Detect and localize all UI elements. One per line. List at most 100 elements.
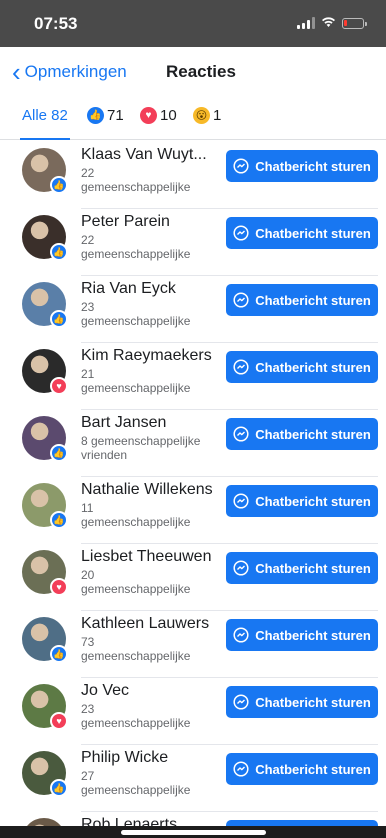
send-message-button[interactable]: Chatbericht sturen	[226, 552, 378, 584]
messenger-icon	[233, 560, 249, 576]
tab-love-count: 10	[160, 107, 177, 124]
person-name[interactable]: Kim Raeymaekers	[81, 347, 221, 365]
person-name[interactable]: Ria Van Eyck	[81, 280, 221, 298]
person-name[interactable]: Nathalie Willekens	[81, 481, 221, 499]
wow-icon: 😮	[193, 107, 210, 124]
mutual-friends-line2: gemeenschappelijke	[81, 314, 191, 328]
send-message-button[interactable]: Chatbericht sturen	[226, 485, 378, 517]
like-icon: 👍	[50, 645, 68, 663]
send-message-button[interactable]: Chatbericht sturen	[226, 619, 378, 651]
person-name[interactable]: Liesbet Theeuwen	[81, 548, 221, 566]
nav-header: ‹ Opmerkingen Reacties	[0, 47, 386, 99]
back-label: Opmerkingen	[24, 62, 127, 81]
mutual-friends-line1: 22	[81, 166, 95, 180]
list-item[interactable]: 👍Rob LenaertsChatbericht sturen	[0, 812, 386, 826]
person-name[interactable]: Klaas Van Wuyt...	[81, 146, 221, 164]
heart-icon: ♥	[50, 578, 68, 596]
send-message-label: Chatbericht sturen	[255, 158, 371, 174]
person-name[interactable]: Philip Wicke	[81, 749, 221, 767]
list-item[interactable]: 👍 Klaas Van Wuyt... 22 gemeenschappelijke Ch…	[0, 142, 386, 209]
home-indicator[interactable]	[121, 830, 266, 835]
like-icon: 👍	[50, 444, 68, 462]
mutual-friends: 73 gemeenschappelijke	[81, 635, 221, 663]
send-message-button[interactable]: Chatbericht sturen	[226, 753, 378, 785]
reaction-tabs: Alle 82 👍 71 ♥ 10 😮 1	[0, 99, 386, 140]
send-message-button[interactable]: Chatbericht sturen	[226, 150, 378, 182]
mutual-friends-line1: 8 gemeenschappelijke	[81, 434, 201, 448]
status-icons	[297, 16, 367, 30]
mutual-friends-line1: 73	[81, 635, 95, 649]
person-name[interactable]: Jo Vec	[81, 682, 221, 700]
list-item[interactable]: ♥ Jo Vec 23 gemeenschappelijke Chatbericht s…	[0, 678, 386, 745]
messenger-icon	[233, 761, 249, 777]
like-icon: 👍	[50, 779, 68, 797]
person-name[interactable]: Rob Lenaerts	[81, 816, 221, 826]
list-item[interactable]: 👍 Ria Van Eyck 23 gemeenschappelijke Chatber…	[0, 276, 386, 343]
like-icon: 👍	[50, 310, 68, 328]
tab-wow[interactable]: 😮 1	[193, 107, 221, 139]
heart-icon: ♥	[50, 712, 68, 730]
list-item[interactable]: 👍 Bart Jansen 8 gemeenschappelijke vrienden…	[0, 410, 386, 477]
messenger-icon	[233, 225, 249, 241]
mutual-friends-line1: 20	[81, 568, 95, 582]
send-message-button[interactable]: Chatbericht sturen	[226, 217, 378, 249]
send-message-button[interactable]: Chatbericht sturen	[226, 351, 378, 383]
like-icon: 👍	[87, 107, 104, 124]
heart-icon: ♥	[50, 377, 68, 395]
send-message-button[interactable]: Chatbericht sturen	[226, 418, 378, 450]
list-item[interactable]: 👍 Peter Parein 22 gemeenschappelijke Chatber…	[0, 209, 386, 276]
mutual-friends: 8 gemeenschappelijke vrienden	[81, 434, 221, 462]
send-message-label: Chatbericht sturen	[255, 761, 371, 777]
tab-all[interactable]: Alle 82	[20, 107, 70, 140]
page-title: Reacties	[166, 62, 236, 81]
status-time: 07:53	[34, 14, 78, 33]
list-item[interactable]: 👍 Philip Wicke 27 gemeenschappelijke Chatber…	[0, 745, 386, 812]
send-message-label: Chatbericht sturen	[255, 426, 371, 442]
avatar[interactable]	[22, 818, 66, 826]
send-message-button[interactable]: Chatbericht sturen	[226, 686, 378, 718]
mutual-friends-line2: vrienden	[81, 448, 128, 462]
mutual-friends-line2: gemeenschappelijke	[81, 381, 191, 395]
mutual-friends-line2: gemeenschappelijke	[81, 247, 191, 261]
signal-icon	[297, 17, 315, 29]
mutual-friends: 23 gemeenschappelijke	[81, 702, 221, 730]
person-name[interactable]: Peter Parein	[81, 213, 221, 231]
messenger-icon	[233, 493, 249, 509]
mutual-friends-line1: 11	[81, 501, 94, 515]
mutual-friends-line2: gemeenschappelijke	[81, 582, 191, 596]
messenger-icon	[233, 426, 249, 442]
tab-like[interactable]: 👍 71	[87, 107, 124, 139]
send-message-label: Chatbericht sturen	[255, 493, 371, 509]
back-button[interactable]: ‹ Opmerkingen	[12, 59, 127, 85]
mutual-friends-line2: gemeenschappelijke	[81, 180, 191, 194]
messenger-icon	[233, 359, 249, 375]
mutual-friends: 27 gemeenschappelijke	[81, 769, 221, 797]
messenger-icon	[233, 694, 249, 710]
mutual-friends: 20 gemeenschappelijke	[81, 568, 221, 596]
send-message-label: Chatbericht sturen	[255, 292, 371, 308]
send-message-button[interactable]: Chatbericht sturen	[226, 284, 378, 316]
send-message-label: Chatbericht sturen	[255, 694, 371, 710]
messenger-icon	[233, 627, 249, 643]
mutual-friends-line2: gemeenschappelijke	[81, 515, 191, 529]
mutual-friends-line1: 23	[81, 702, 95, 716]
send-message-label: Chatbericht sturen	[255, 225, 371, 241]
list-item[interactable]: 👍 Kathleen Lauwers 73 gemeenschappelijke Cha…	[0, 611, 386, 678]
wifi-icon	[321, 16, 336, 30]
tab-wow-count: 1	[213, 107, 222, 124]
list-item[interactable]: ♥ Kim Raeymaekers 21 gemeenschappelijke Chat…	[0, 343, 386, 410]
send-message-label: Chatbericht sturen	[255, 359, 371, 375]
list-item[interactable]: ♥ Liesbet Theeuwen 20 gemeenschappelijke Cha…	[0, 544, 386, 611]
person-name[interactable]: Kathleen Lauwers	[81, 615, 221, 633]
status-bar: 07:53	[0, 0, 386, 47]
heart-icon: ♥	[140, 107, 157, 124]
mutual-friends: 22 gemeenschappelijke	[81, 166, 221, 194]
mutual-friends-line2: gemeenschappelijke	[81, 783, 191, 797]
tab-love[interactable]: ♥ 10	[140, 107, 177, 139]
reactions-list: 👍 Klaas Van Wuyt... 22 gemeenschappelijke Ch…	[0, 142, 386, 826]
home-bar	[0, 826, 386, 838]
person-name[interactable]: Bart Jansen	[81, 414, 221, 432]
messenger-icon	[233, 292, 249, 308]
list-item[interactable]: 👍 Nathalie Willekens 11 gemeenschappelijke C…	[0, 477, 386, 544]
mutual-friends-line1: 27	[81, 769, 95, 783]
